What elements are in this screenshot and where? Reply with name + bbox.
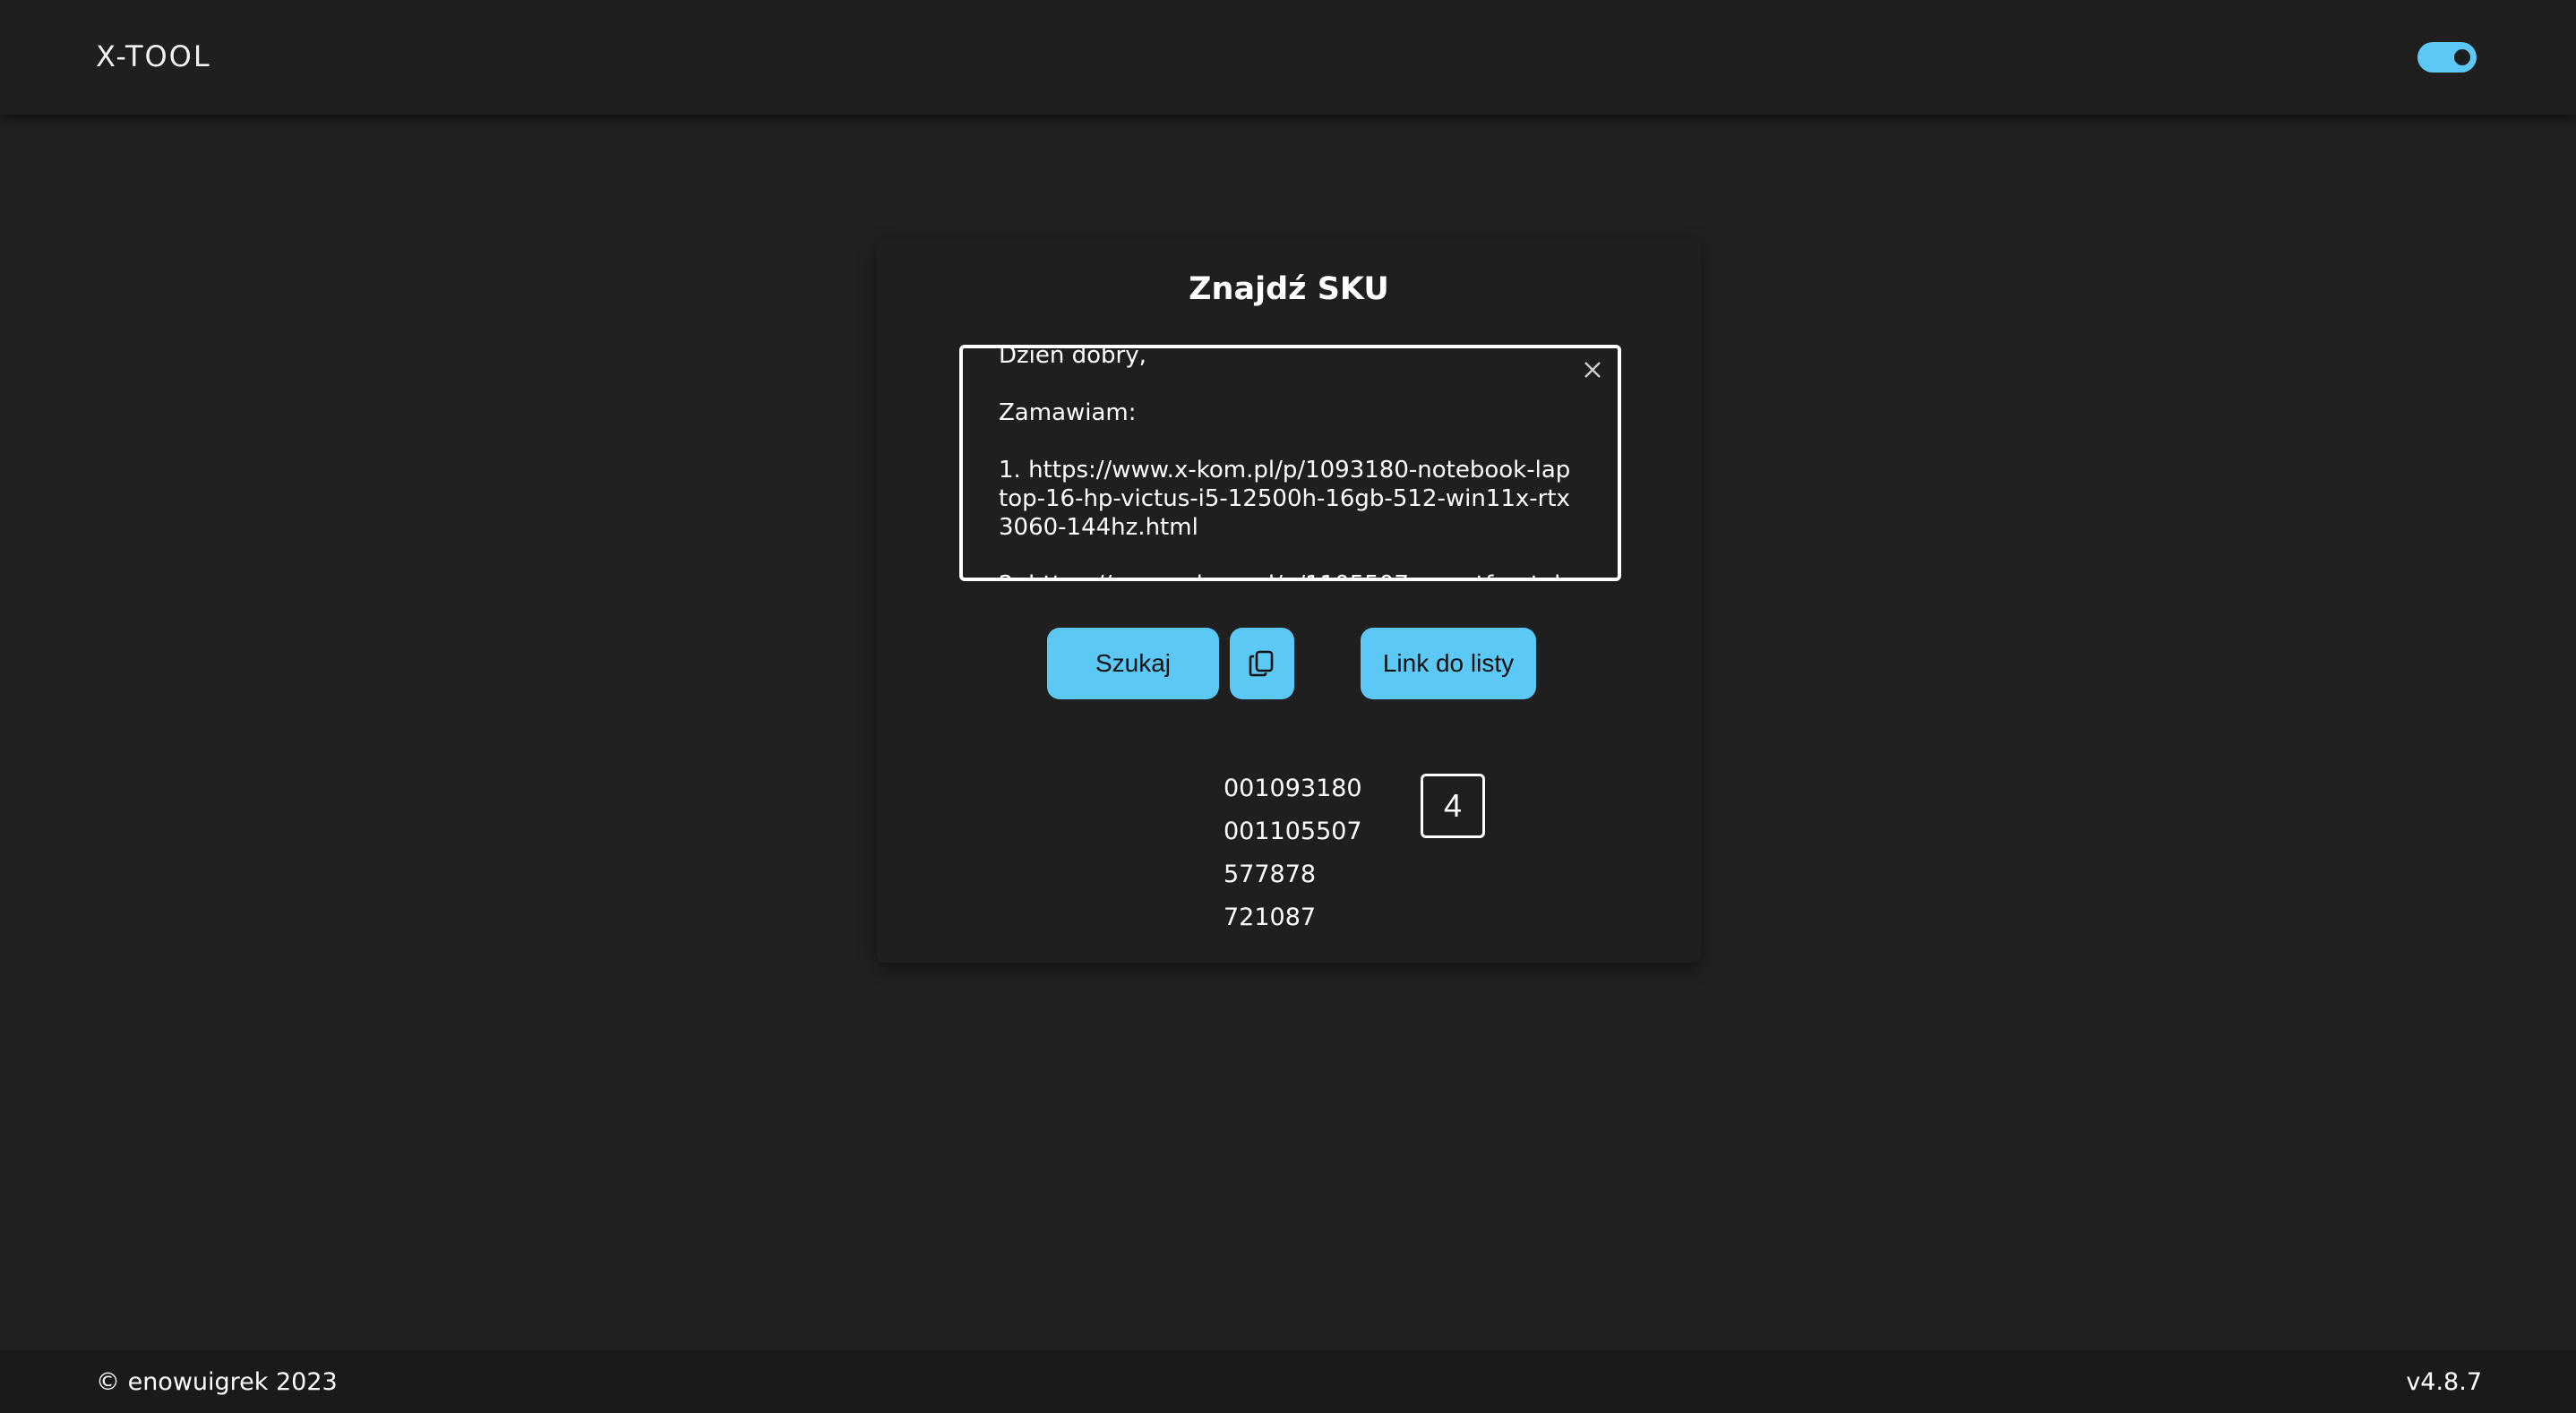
sku-result-item[interactable]: 721087 xyxy=(1224,896,1362,939)
app-logo[interactable]: X-TOOL xyxy=(96,39,211,73)
app-page: X-TOOL Znajdź SKU Dzień dobry, Zamawiam:… xyxy=(0,0,2576,1413)
clear-input-icon[interactable] xyxy=(1578,355,1607,384)
copy-icon xyxy=(1249,650,1274,677)
sku-result-item[interactable]: 001093180 xyxy=(1224,767,1362,810)
sku-result-item[interactable]: 577878 xyxy=(1224,853,1362,896)
copyright-text: © enowuigrek 2023 xyxy=(96,1368,338,1396)
search-button-label: Szukaj xyxy=(1095,649,1172,677)
result-count-badge: 4 xyxy=(1421,774,1485,838)
link-to-list-button[interactable]: Link do listy xyxy=(1361,628,1536,699)
card-title: Znajdź SKU xyxy=(1189,271,1389,307)
top-bar: X-TOOL xyxy=(0,0,2576,115)
sku-result-item[interactable]: 001105507 xyxy=(1224,810,1362,853)
footer: © enowuigrek 2023 v4.8.7 xyxy=(0,1350,2576,1413)
copy-button[interactable] xyxy=(1230,628,1294,699)
theme-toggle-knob xyxy=(2454,49,2470,65)
order-text-value[interactable]: Dzień dobry, Zamawiam: 1. https://www.x-… xyxy=(999,348,1572,578)
sku-results-list: 001093180 001105507 577878 721087 xyxy=(1224,767,1362,939)
find-sku-card: Znajdź SKU Dzień dobry, Zamawiam: 1. htt… xyxy=(877,239,1701,963)
link-to-list-label: Link do listy xyxy=(1382,649,1515,677)
theme-toggle[interactable] xyxy=(2417,42,2477,73)
version-label: v4.8.7 xyxy=(2406,1368,2482,1396)
search-button[interactable]: Szukaj xyxy=(1047,628,1219,699)
order-text-input[interactable]: Dzień dobry, Zamawiam: 1. https://www.x-… xyxy=(959,345,1621,581)
